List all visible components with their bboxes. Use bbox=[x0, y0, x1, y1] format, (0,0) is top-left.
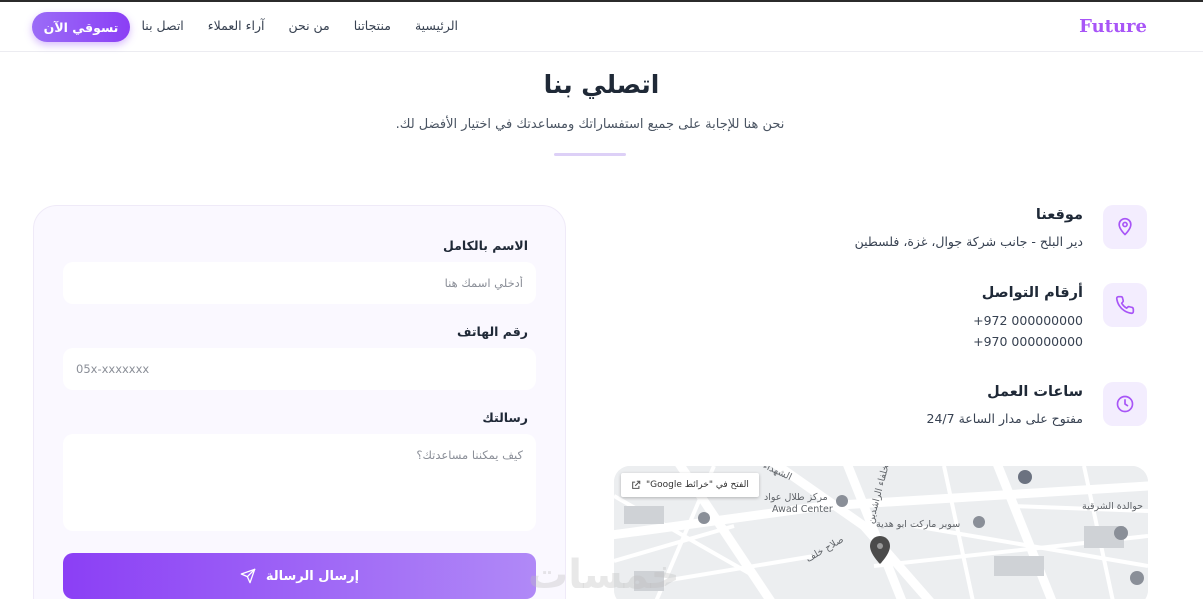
map-label-abu-hadiya: سوبر ماركت ابو هدية bbox=[876, 519, 961, 530]
page-subtitle: نحن هنا للإجابة على جميع استفساراتك ومسا… bbox=[395, 117, 785, 132]
name-label: الاسم بالكامل bbox=[443, 238, 528, 253]
nav-link-products[interactable]: منتجاتنا bbox=[354, 18, 391, 33]
phones-info: أرقام التواصل +972 000000000 +970 000000… bbox=[587, 283, 1147, 363]
location-info: موقعنا دير البلح - جانب شركة جوال، غزة، … bbox=[587, 205, 1147, 265]
open-in-maps-label: الفتح في "خرائط Google" bbox=[646, 480, 749, 490]
map-label-awad-ar: مركز طلال عواد bbox=[764, 492, 828, 503]
phones-title: أرقام التواصل bbox=[981, 285, 1083, 301]
hours-title: ساعات العمل bbox=[987, 384, 1083, 400]
phone-icon bbox=[1103, 283, 1147, 327]
nav-links: الرئيسية منتجاتنا من نحن آراء العملاء ات… bbox=[117, 18, 458, 33]
nav-link-testimonials[interactable]: آراء العملاء bbox=[208, 18, 265, 33]
phone-number-2[interactable]: +970 000000000 bbox=[973, 334, 1083, 349]
page-title: اتصلي بنا bbox=[543, 70, 660, 99]
brand-logo[interactable]: Future bbox=[1079, 16, 1147, 37]
phone-number-1[interactable]: +972 000000000 bbox=[973, 313, 1083, 328]
phone-label: رقم الهاتف bbox=[456, 324, 528, 339]
title-divider bbox=[554, 153, 626, 156]
name-input[interactable] bbox=[63, 262, 536, 304]
submit-button[interactable]: إرسال الرسالة bbox=[63, 553, 536, 599]
location-address: دير البلح - جانب شركة جوال، غزة، فلسطين bbox=[854, 234, 1083, 249]
hours-info: ساعات العمل مفتوح على مدار الساعة 24/7 bbox=[587, 382, 1147, 432]
message-label: رسالتك bbox=[482, 410, 528, 425]
navbar: Future الرئيسية منتجاتنا من نحن آراء الع… bbox=[0, 0, 1203, 52]
clock-icon bbox=[1103, 382, 1147, 426]
send-icon bbox=[240, 568, 256, 584]
map-pin-icon bbox=[1103, 205, 1147, 249]
external-link-icon bbox=[632, 480, 641, 489]
phone-input[interactable] bbox=[63, 348, 536, 390]
shop-now-button[interactable]: تسوقي الآن bbox=[32, 12, 130, 42]
open-in-google-maps-link[interactable]: الفتح في "خرائط Google" bbox=[621, 473, 759, 497]
map-label-hawalda: حوالدة الشرقية bbox=[1082, 501, 1144, 512]
message-textarea[interactable] bbox=[63, 434, 536, 531]
contact-form-card: الاسم بالكامل رقم الهاتف رسالتك إرسال ال… bbox=[33, 205, 566, 599]
submit-button-label: إرسال الرسالة bbox=[265, 568, 360, 584]
nav-link-about[interactable]: من نحن bbox=[289, 18, 330, 33]
hours-text: مفتوح على مدار الساعة 24/7 bbox=[926, 411, 1083, 426]
map-label-awad-en: Awad Center bbox=[772, 504, 833, 515]
location-title: موقعنا bbox=[1035, 207, 1083, 223]
nav-link-home[interactable]: الرئيسية bbox=[415, 18, 458, 33]
nav-link-contact[interactable]: اتصل بنا bbox=[141, 18, 183, 33]
google-map[interactable]: الفتح في "خرائط Google" مركز طلال عواد A… bbox=[614, 466, 1148, 599]
